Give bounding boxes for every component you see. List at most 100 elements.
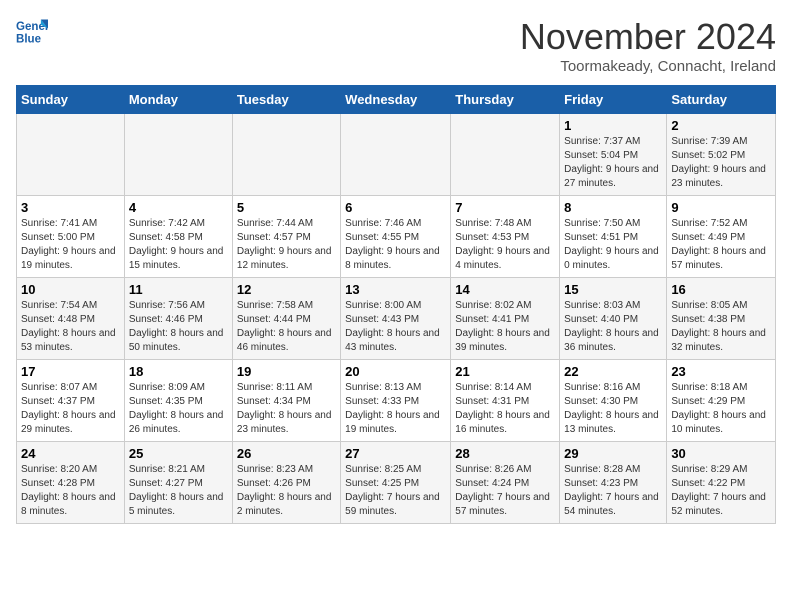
day-number: 16 <box>671 282 771 297</box>
calendar-cell: 16 Sunrise: 8:05 AM Sunset: 4:38 PM Dayli… <box>667 278 776 360</box>
day-info: Sunrise: 8:14 AM Sunset: 4:31 PM Dayligh… <box>455 381 555 437</box>
day-info: Sunrise: 8:28 AM Sunset: 4:23 PM Dayligh… <box>564 463 662 519</box>
calendar-cell: 15 Sunrise: 8:03 AM Sunset: 4:40 PM Dayli… <box>560 278 667 360</box>
calendar-cell: 3Sunrise: 7:41 AM Sunset: 5:00 PM Daylig… <box>17 196 125 278</box>
day-info: Sunrise: 7:50 AM Sunset: 4:51 PM Dayligh… <box>564 217 662 273</box>
logo-icon: General Blue <box>16 16 48 48</box>
day-number: 30 <box>671 446 771 461</box>
location-subtitle: Toormakeady, Connacht, Ireland <box>520 58 776 75</box>
day-info: Sunrise: 8:07 AM Sunset: 4:37 PM Dayligh… <box>21 381 120 437</box>
day-info: Sunrise: 8:03 AM Sunset: 4:40 PM Dayligh… <box>564 299 662 355</box>
calendar-cell: 18 Sunrise: 8:09 AM Sunset: 4:35 PM Dayli… <box>124 360 232 442</box>
calendar-cell: 30 Sunrise: 8:29 AM Sunset: 4:22 PM Dayli… <box>667 442 776 524</box>
calendar-week-row: 24Sunrise: 8:20 AM Sunset: 4:28 PM Dayli… <box>17 442 776 524</box>
day-info: Sunrise: 8:00 AM Sunset: 4:43 PM Dayligh… <box>345 299 446 355</box>
day-info: Sunrise: 8:02 AM Sunset: 4:41 PM Dayligh… <box>455 299 555 355</box>
svg-text:Blue: Blue <box>16 34 42 46</box>
calendar-cell: 13 Sunrise: 8:00 AM Sunset: 4:43 PM Dayli… <box>341 278 451 360</box>
day-number: 21 <box>455 364 555 379</box>
day-number: 20 <box>345 364 446 379</box>
day-info: Sunrise: 8:29 AM Sunset: 4:22 PM Dayligh… <box>671 463 771 519</box>
day-number: 6 <box>345 200 446 215</box>
day-number: 18 <box>129 364 228 379</box>
day-number: 11 <box>129 282 228 297</box>
calendar-cell: 27Sunrise: 8:25 AM Sunset: 4:25 PM Dayli… <box>341 442 451 524</box>
day-info: Sunrise: 8:16 AM Sunset: 4:30 PM Dayligh… <box>564 381 662 437</box>
day-number: 15 <box>564 282 662 297</box>
day-number: 10 <box>21 282 120 297</box>
day-number: 22 <box>564 364 662 379</box>
day-info: Sunrise: 8:05 AM Sunset: 4:38 PM Dayligh… <box>671 299 771 355</box>
day-number: 2 <box>671 118 771 133</box>
calendar-table: SundayMondayTuesdayWednesdayThursdayFrid… <box>16 85 776 524</box>
day-number: 13 <box>345 282 446 297</box>
day-number: 7 <box>455 200 555 215</box>
calendar-week-row: 3Sunrise: 7:41 AM Sunset: 5:00 PM Daylig… <box>17 196 776 278</box>
weekday-header-wednesday: Wednesday <box>341 86 451 114</box>
calendar-cell: 17 Sunrise: 8:07 AM Sunset: 4:37 PM Dayli… <box>17 360 125 442</box>
day-info: Sunrise: 7:52 AM Sunset: 4:49 PM Dayligh… <box>671 217 771 273</box>
calendar-cell: 5 Sunrise: 7:44 AM Sunset: 4:57 PM Daylig… <box>232 196 340 278</box>
day-info: Sunrise: 8:20 AM Sunset: 4:28 PM Dayligh… <box>21 463 120 519</box>
calendar-cell: 7Sunrise: 7:48 AM Sunset: 4:53 PM Daylig… <box>451 196 560 278</box>
day-number: 19 <box>237 364 336 379</box>
calendar-cell: 8Sunrise: 7:50 AM Sunset: 4:51 PM Daylig… <box>560 196 667 278</box>
day-info: Sunrise: 8:11 AM Sunset: 4:34 PM Dayligh… <box>237 381 336 437</box>
day-number: 9 <box>671 200 771 215</box>
day-info: Sunrise: 8:13 AM Sunset: 4:33 PM Dayligh… <box>345 381 446 437</box>
calendar-cell: 11 Sunrise: 7:56 AM Sunset: 4:46 PM Dayli… <box>124 278 232 360</box>
calendar-cell: 19 Sunrise: 8:11 AM Sunset: 4:34 PM Dayli… <box>232 360 340 442</box>
calendar-cell: 24Sunrise: 8:20 AM Sunset: 4:28 PM Dayli… <box>17 442 125 524</box>
calendar-week-row: 1 Sunrise: 7:37 AM Sunset: 5:04 PM Daylig… <box>17 114 776 196</box>
calendar-cell: 20 Sunrise: 8:13 AM Sunset: 4:33 PM Dayli… <box>341 360 451 442</box>
weekday-header-thursday: Thursday <box>451 86 560 114</box>
day-info: Sunrise: 8:26 AM Sunset: 4:24 PM Dayligh… <box>455 463 555 519</box>
day-info: Sunrise: 7:42 AM Sunset: 4:58 PM Dayligh… <box>129 217 228 273</box>
calendar-cell <box>232 114 340 196</box>
calendar-cell: 23Sunrise: 8:18 AM Sunset: 4:29 PM Dayli… <box>667 360 776 442</box>
day-info: Sunrise: 7:39 AM Sunset: 5:02 PM Dayligh… <box>671 135 771 191</box>
day-info: Sunrise: 8:23 AM Sunset: 4:26 PM Dayligh… <box>237 463 336 519</box>
calendar-week-row: 17 Sunrise: 8:07 AM Sunset: 4:37 PM Dayli… <box>17 360 776 442</box>
calendar-cell: 4 Sunrise: 7:42 AM Sunset: 4:58 PM Daylig… <box>124 196 232 278</box>
weekday-header-friday: Friday <box>560 86 667 114</box>
month-title: November 2024 <box>520 16 776 58</box>
weekday-header-sunday: Sunday <box>17 86 125 114</box>
day-number: 14 <box>455 282 555 297</box>
calendar-cell <box>341 114 451 196</box>
day-info: Sunrise: 8:21 AM Sunset: 4:27 PM Dayligh… <box>129 463 228 519</box>
calendar-cell <box>17 114 125 196</box>
calendar-cell: 21 Sunrise: 8:14 AM Sunset: 4:31 PM Dayli… <box>451 360 560 442</box>
day-info: Sunrise: 8:25 AM Sunset: 4:25 PM Dayligh… <box>345 463 446 519</box>
day-number: 12 <box>237 282 336 297</box>
logo: General Blue <box>16 16 48 48</box>
title-block: November 2024 Toormakeady, Connacht, Ire… <box>520 16 776 75</box>
calendar-cell: 10 Sunrise: 7:54 AM Sunset: 4:48 PM Dayli… <box>17 278 125 360</box>
day-info: Sunrise: 7:37 AM Sunset: 5:04 PM Dayligh… <box>564 135 662 191</box>
day-info: Sunrise: 7:56 AM Sunset: 4:46 PM Dayligh… <box>129 299 228 355</box>
day-number: 3 <box>21 200 120 215</box>
calendar-cell <box>124 114 232 196</box>
day-info: Sunrise: 7:58 AM Sunset: 4:44 PM Dayligh… <box>237 299 336 355</box>
calendar-cell: 12 Sunrise: 7:58 AM Sunset: 4:44 PM Dayli… <box>232 278 340 360</box>
calendar-cell: 1 Sunrise: 7:37 AM Sunset: 5:04 PM Daylig… <box>560 114 667 196</box>
day-info: Sunrise: 7:44 AM Sunset: 4:57 PM Dayligh… <box>237 217 336 273</box>
day-info: Sunrise: 7:54 AM Sunset: 4:48 PM Dayligh… <box>21 299 120 355</box>
calendar-cell: 25Sunrise: 8:21 AM Sunset: 4:27 PM Dayli… <box>124 442 232 524</box>
day-number: 26 <box>237 446 336 461</box>
weekday-header-monday: Monday <box>124 86 232 114</box>
day-number: 4 <box>129 200 228 215</box>
calendar-cell: 22 Sunrise: 8:16 AM Sunset: 4:30 PM Dayli… <box>560 360 667 442</box>
calendar-header-row: SundayMondayTuesdayWednesdayThursdayFrid… <box>17 86 776 114</box>
day-number: 5 <box>237 200 336 215</box>
calendar-cell: 28Sunrise: 8:26 AM Sunset: 4:24 PM Dayli… <box>451 442 560 524</box>
calendar-week-row: 10 Sunrise: 7:54 AM Sunset: 4:48 PM Dayli… <box>17 278 776 360</box>
weekday-header-saturday: Saturday <box>667 86 776 114</box>
day-info: Sunrise: 8:09 AM Sunset: 4:35 PM Dayligh… <box>129 381 228 437</box>
day-number: 17 <box>21 364 120 379</box>
calendar-cell <box>451 114 560 196</box>
day-info: Sunrise: 7:46 AM Sunset: 4:55 PM Dayligh… <box>345 217 446 273</box>
weekday-header-tuesday: Tuesday <box>232 86 340 114</box>
calendar-cell: 29Sunrise: 8:28 AM Sunset: 4:23 PM Dayli… <box>560 442 667 524</box>
day-number: 1 <box>564 118 662 133</box>
